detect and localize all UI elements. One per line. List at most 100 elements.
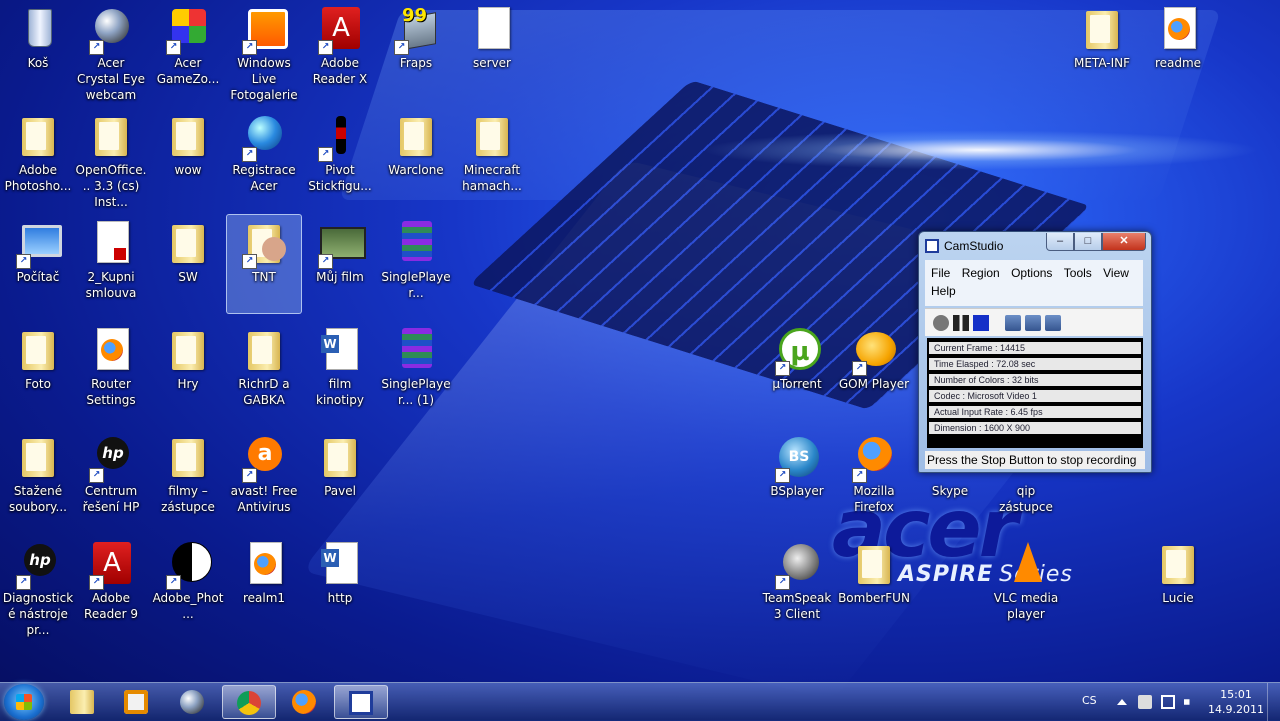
- hp-icon: hp: [24, 544, 56, 576]
- region-button[interactable]: [1005, 314, 1021, 331]
- taskbar-button-media-player[interactable]: [110, 685, 164, 719]
- window-titlebar[interactable]: CamStudio: [925, 236, 1003, 256]
- taskbar-button-webcam[interactable]: [166, 685, 220, 719]
- desktop-icon[interactable]: OpenOffice... 3.3 (cs) Inst...: [73, 107, 149, 209]
- desktop-icon[interactable]: Hry: [150, 321, 226, 421]
- desktop-icon[interactable]: wow: [150, 107, 226, 207]
- desktop-icon[interactable]: film kinotipy: [302, 321, 378, 421]
- shortcut-arrow-icon: ↗: [242, 147, 257, 162]
- flag-icon[interactable]: [1138, 695, 1152, 709]
- desktop-icon[interactable]: 2_Kupni smlouva: [73, 214, 149, 314]
- desktop-icon[interactable]: Router Settings: [73, 321, 149, 421]
- desktop-icon[interactable]: µ ↗ µTorrent: [759, 321, 835, 421]
- menu-help[interactable]: Help: [931, 284, 956, 298]
- camstudio-window[interactable]: CamStudio – □ ✕ File Region Options Tool…: [918, 231, 1152, 473]
- clock[interactable]: 15:01 14.9.2011: [1208, 687, 1264, 717]
- stop-button[interactable]: [973, 314, 989, 331]
- menu-tools[interactable]: Tools: [1064, 266, 1092, 280]
- desktop-icon[interactable]: ↗ Můj film: [302, 214, 378, 314]
- desktop-icon-label: wow: [174, 163, 202, 177]
- desktop-icon[interactable]: VLC media player: [988, 535, 1064, 635]
- pause-button[interactable]: [953, 314, 969, 331]
- desktop-icon[interactable]: BomberFUN: [836, 535, 912, 635]
- taskbar-button-camstudio[interactable]: [334, 685, 388, 719]
- desktop-icon-label: Minecraft hamach...: [462, 163, 522, 193]
- record-button[interactable]: [933, 314, 949, 331]
- minimize-button[interactable]: –: [1046, 233, 1074, 251]
- desktop-icon[interactable]: ↗ Počítač: [0, 214, 76, 314]
- desktop-icon[interactable]: RichrD a GABKA: [226, 321, 302, 421]
- desktop-icon[interactable]: realm1: [226, 535, 302, 635]
- desktop-icon[interactable]: 99 ↗ Fraps: [378, 0, 454, 100]
- desktop-icon[interactable]: ↗ GOM Player: [836, 321, 912, 421]
- desktop-icon[interactable]: Warclone: [378, 107, 454, 207]
- desktop-icon[interactable]: ↗ Windows Live Fotogalerie: [226, 0, 302, 102]
- stat-input-rate: Actual Input Rate : 6.45 fps: [929, 406, 1141, 418]
- desktop-icon[interactable]: filmy – zástupce: [150, 428, 226, 528]
- desktop-icon[interactable]: SW: [150, 214, 226, 314]
- desktop-icon-image: ↗: [14, 219, 62, 269]
- desktop-icon[interactable]: Koš: [0, 0, 76, 100]
- folder-icon: [172, 439, 204, 477]
- shortcut-arrow-icon: ↗: [242, 468, 257, 483]
- desktop-icon-image: [1154, 540, 1202, 588]
- stat-current-frame: Current Frame : 14415: [929, 342, 1141, 354]
- desktop-icon[interactable]: A ↗ Adobe Reader 9: [73, 535, 149, 635]
- start-button[interactable]: [4, 684, 44, 720]
- toolbar: [925, 308, 1143, 336]
- desktop-icon[interactable]: BS ↗ BSplayer: [759, 428, 835, 528]
- desktop-icon[interactable]: ↗ Acer Crystal Eye webcam: [73, 0, 149, 102]
- desktop-icon-label: readme: [1154, 56, 1202, 70]
- menu-view[interactable]: View: [1103, 266, 1129, 280]
- desktop-icon[interactable]: Minecraft hamach...: [454, 107, 530, 207]
- shortcut-arrow-icon: ↗: [166, 575, 181, 590]
- desktop-icon[interactable]: SinglePlayer... (1): [378, 321, 454, 421]
- menu-region[interactable]: Region: [962, 266, 1000, 280]
- desktop-icon[interactable]: hp ↗ Centrum řešení HP: [73, 428, 149, 528]
- annotation-button[interactable]: [1045, 314, 1061, 331]
- desktop-icon[interactable]: server: [454, 0, 530, 100]
- taskbar-button-explorer[interactable]: [56, 685, 110, 719]
- desktop-icon[interactable]: ↗ Acer GameZo...: [150, 0, 226, 100]
- network-icon[interactable]: [1161, 695, 1175, 709]
- shortcut-arrow-icon: ↗: [89, 40, 104, 55]
- desktop-icon[interactable]: Stažené soubory...: [0, 428, 76, 528]
- status-bar: Press the Stop Button to stop recording: [925, 451, 1145, 469]
- desktop-icon-label: SinglePlayer... (1): [381, 377, 451, 407]
- show-hidden-icon[interactable]: [1115, 695, 1129, 709]
- show-desktop-button[interactable]: [1267, 683, 1280, 721]
- shortcut-arrow-icon: ↗: [318, 40, 333, 55]
- desktop-icon-image: [87, 326, 135, 374]
- desktop-icon-image: ↗: [316, 112, 364, 162]
- desktop-icon[interactable]: Pavel: [302, 428, 378, 528]
- desktop-icon[interactable]: A ↗ Adobe Reader X: [302, 0, 378, 100]
- desktop-icon[interactable]: SinglePlayer...: [378, 214, 454, 314]
- desktop-icon[interactable]: Adobe Photosho...: [0, 107, 76, 207]
- taskbar-button-chrome[interactable]: [222, 685, 276, 719]
- desktop-icon[interactable]: ↗ Registrace Acer: [226, 107, 302, 207]
- desktop-icon[interactable]: ↗ TNT: [226, 214, 302, 314]
- options-button[interactable]: [1025, 314, 1041, 331]
- desktop-icon[interactable]: ↗ Pivot Stickfigu...: [302, 107, 378, 207]
- desktop-icon[interactable]: ↗ Mozilla Firefox: [836, 428, 912, 528]
- desktop-icon[interactable]: Lucie: [1140, 535, 1216, 635]
- shortcut-arrow-icon: ↗: [242, 40, 257, 55]
- winrar-archive-icon: [402, 328, 432, 368]
- desktop-icon[interactable]: http: [302, 535, 378, 635]
- close-button[interactable]: ✕: [1102, 233, 1146, 251]
- maximize-button[interactable]: □: [1074, 233, 1102, 251]
- desktop-icon[interactable]: ↗ TeamSpeak 3 Client: [759, 535, 835, 635]
- shortcut-arrow-icon: ↗: [16, 254, 31, 269]
- desktop-icon[interactable]: a ↗ avast! Free Antivirus: [226, 428, 302, 528]
- desktop-icon[interactable]: readme: [1140, 0, 1216, 100]
- menu-options[interactable]: Options: [1011, 266, 1052, 280]
- taskbar-button-firefox[interactable]: [278, 685, 332, 719]
- desktop-icon[interactable]: META-INF: [1064, 0, 1140, 100]
- desktop-icon-image: [87, 112, 135, 160]
- volume-icon[interactable]: [1184, 695, 1196, 709]
- menu-file[interactable]: File: [931, 266, 950, 280]
- language-indicator[interactable]: CS: [1082, 694, 1097, 707]
- desktop-icon[interactable]: hp ↗ Diagnostické nástroje pr...: [0, 535, 76, 637]
- desktop-icon[interactable]: Foto: [0, 321, 76, 421]
- desktop-icon[interactable]: ↗ Adobe_Phot...: [150, 535, 226, 635]
